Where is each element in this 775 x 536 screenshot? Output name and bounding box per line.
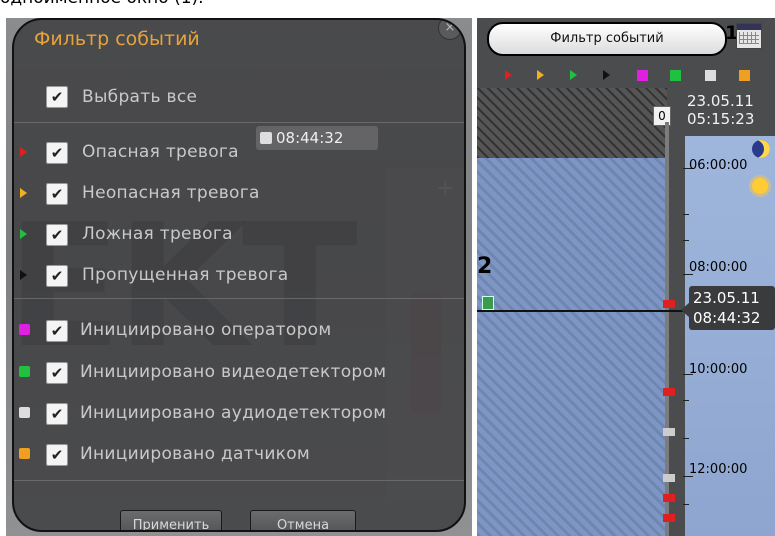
filter-checkbox[interactable]: ✔ — [46, 320, 68, 342]
timeline-panel: Фильтр событий 1 0 23.05.11 05:15:23 06:… — [477, 18, 775, 536]
green-triangle-icon — [570, 70, 577, 80]
select-all-checkbox[interactable]: ✔ — [46, 86, 68, 108]
filter-item-label: Неопасная тревога — [82, 183, 260, 203]
sensor-icon — [19, 448, 30, 459]
tick — [683, 214, 689, 215]
time-label: 12:00:00 — [689, 462, 748, 477]
event-marker[interactable] — [663, 300, 675, 308]
filter-item-label: Опасная тревога — [82, 142, 239, 162]
cursor-date: 23.05.11 — [693, 289, 760, 307]
red-triangle-icon — [505, 70, 512, 80]
dialog-title: Фильтр событий — [34, 28, 200, 50]
yellow-triangle-icon — [537, 70, 544, 80]
sun-icon — [752, 178, 768, 194]
timeline-left-lane — [477, 158, 667, 536]
filter-item-label: Ложная тревога — [82, 224, 233, 244]
apply-button[interactable]: Применить — [120, 510, 222, 530]
timeline-start-time: 05:15:23 — [687, 110, 755, 128]
black-triangle-icon — [20, 270, 27, 280]
event-filter-button[interactable]: Фильтр событий — [487, 22, 727, 56]
video-detector-icon — [19, 366, 30, 377]
video-time-overlay: 08:44:32 — [256, 126, 378, 150]
divider — [14, 480, 464, 481]
filter-item-label: Инициировано аудиодетектором — [80, 403, 387, 423]
filter-checkbox[interactable]: ✔ — [46, 362, 68, 384]
event-marker[interactable] — [663, 514, 675, 522]
tick — [683, 438, 689, 439]
calendar-icon[interactable] — [736, 23, 762, 49]
select-all-label: Выбрать все — [82, 87, 198, 107]
time-label: 06:00:00 — [689, 158, 748, 173]
operator-icon — [19, 324, 30, 335]
filter-item-label: Инициировано оператором — [80, 320, 332, 340]
time-label: 08:00:00 — [689, 260, 748, 275]
video-detector-icon — [670, 70, 681, 81]
tick — [683, 400, 689, 401]
callout-2: 2 — [477, 254, 493, 279]
filter-checkbox[interactable]: ✔ — [46, 183, 68, 205]
time-label: 10:00:00 — [689, 362, 748, 377]
hatched-area — [477, 88, 667, 158]
divider — [14, 122, 464, 123]
green-triangle-icon — [20, 229, 27, 239]
operator-icon — [637, 70, 648, 81]
filter-item-label: Пропущенная тревога — [82, 265, 289, 285]
filter-checkbox[interactable]: ✔ — [46, 265, 68, 287]
moon-icon — [752, 140, 770, 158]
filter-checkbox[interactable]: ✔ — [46, 444, 68, 466]
audio-detector-icon — [19, 407, 30, 418]
tick — [683, 504, 689, 505]
event-filter-dialog: Фильтр событий × ✔ Выбрать все ✔ Опасная… — [12, 18, 466, 532]
caption-text: одноименное окно (1). — [0, 0, 204, 8]
timeline-start-date: 23.05.11 — [687, 92, 754, 110]
playback-cursor-line[interactable] — [477, 310, 687, 312]
tick — [683, 240, 689, 241]
filter-checkbox[interactable]: ✔ — [46, 142, 68, 164]
yellow-triangle-icon — [20, 188, 27, 198]
green-marker-icon[interactable] — [482, 296, 494, 310]
cancel-button[interactable]: Отмена — [250, 510, 356, 530]
filter-checkbox[interactable]: ✔ — [46, 224, 68, 246]
event-marker[interactable] — [663, 474, 675, 482]
overlay-time: 08:44:32 — [276, 129, 344, 147]
black-triangle-icon — [603, 70, 610, 80]
event-marker[interactable] — [663, 388, 675, 396]
timeline-start: 23.05.11 05:15:23 — [687, 92, 754, 128]
cursor-time: 08:44:32 — [693, 309, 761, 327]
filter-checkbox[interactable]: ✔ — [46, 403, 68, 425]
red-triangle-icon — [20, 147, 27, 157]
audio-detector-icon — [705, 70, 716, 81]
event-type-icons — [477, 64, 775, 86]
event-marker[interactable] — [663, 428, 675, 436]
event-marker[interactable] — [663, 494, 675, 502]
filter-item-label: Инициировано видеодетектором — [80, 362, 387, 382]
sensor-icon — [739, 70, 750, 81]
overlay-left-icon — [260, 132, 272, 144]
divider — [14, 298, 464, 299]
close-icon[interactable]: × — [438, 20, 462, 40]
playback-cursor-label[interactable]: 23.05.11 08:44:32 — [689, 286, 775, 330]
filter-item-label: Инициировано датчиком — [80, 444, 311, 464]
